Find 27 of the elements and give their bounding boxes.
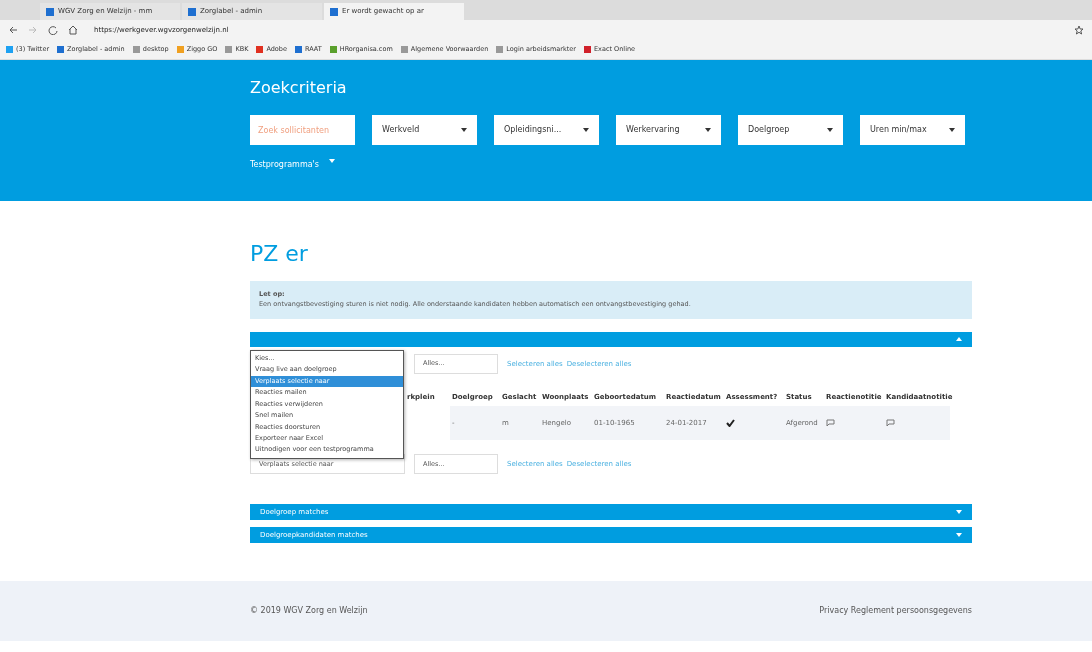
copyright-text: © 2019 WGV Zorg en Welzijn	[250, 605, 368, 618]
page-heading: PZ er	[250, 241, 309, 268]
comment-icon[interactable]	[826, 419, 835, 428]
refresh-icon[interactable]	[48, 25, 58, 35]
filter-dropdown[interactable]: Doelgroep	[738, 115, 843, 145]
filter-dropdown[interactable]: Werkervaring	[616, 115, 721, 145]
filter-dropdown[interactable]: Werkveld	[372, 115, 477, 145]
caret-icon	[583, 128, 589, 132]
search-field[interactable]: Zoek sollicitanten	[250, 115, 355, 145]
check-icon	[726, 419, 735, 428]
caret-icon	[949, 128, 955, 132]
back-icon[interactable]	[8, 25, 18, 35]
privacy-link[interactable]: Privacy Reglement persoonsgegevens	[819, 605, 972, 618]
panel-header[interactable]	[250, 331, 972, 347]
filter-dropdown[interactable]: Opleidingsni...	[494, 115, 599, 145]
caret-icon	[461, 128, 467, 132]
caret-icon	[827, 128, 833, 132]
caret-icon	[705, 128, 711, 132]
section-title: Zoekcriteria	[250, 77, 348, 96]
star-icon[interactable]	[1074, 25, 1084, 35]
filter-dropdown[interactable]: Uren min/max	[860, 115, 965, 145]
home-icon[interactable]	[68, 25, 78, 35]
caret-icon	[956, 510, 962, 515]
caret-icon	[956, 533, 962, 538]
caret-icon	[956, 337, 962, 342]
comment-icon[interactable]	[886, 419, 895, 428]
caret-icon	[328, 159, 335, 163]
